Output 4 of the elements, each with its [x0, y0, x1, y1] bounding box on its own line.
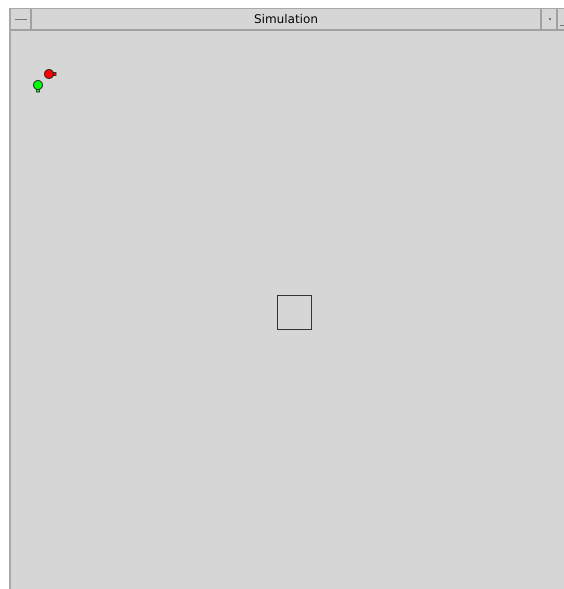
window-menu-button[interactable] [11, 9, 32, 29]
square-obstacle [277, 295, 312, 330]
window-title: Simulation [32, 9, 542, 29]
minimize-button[interactable] [542, 9, 558, 29]
